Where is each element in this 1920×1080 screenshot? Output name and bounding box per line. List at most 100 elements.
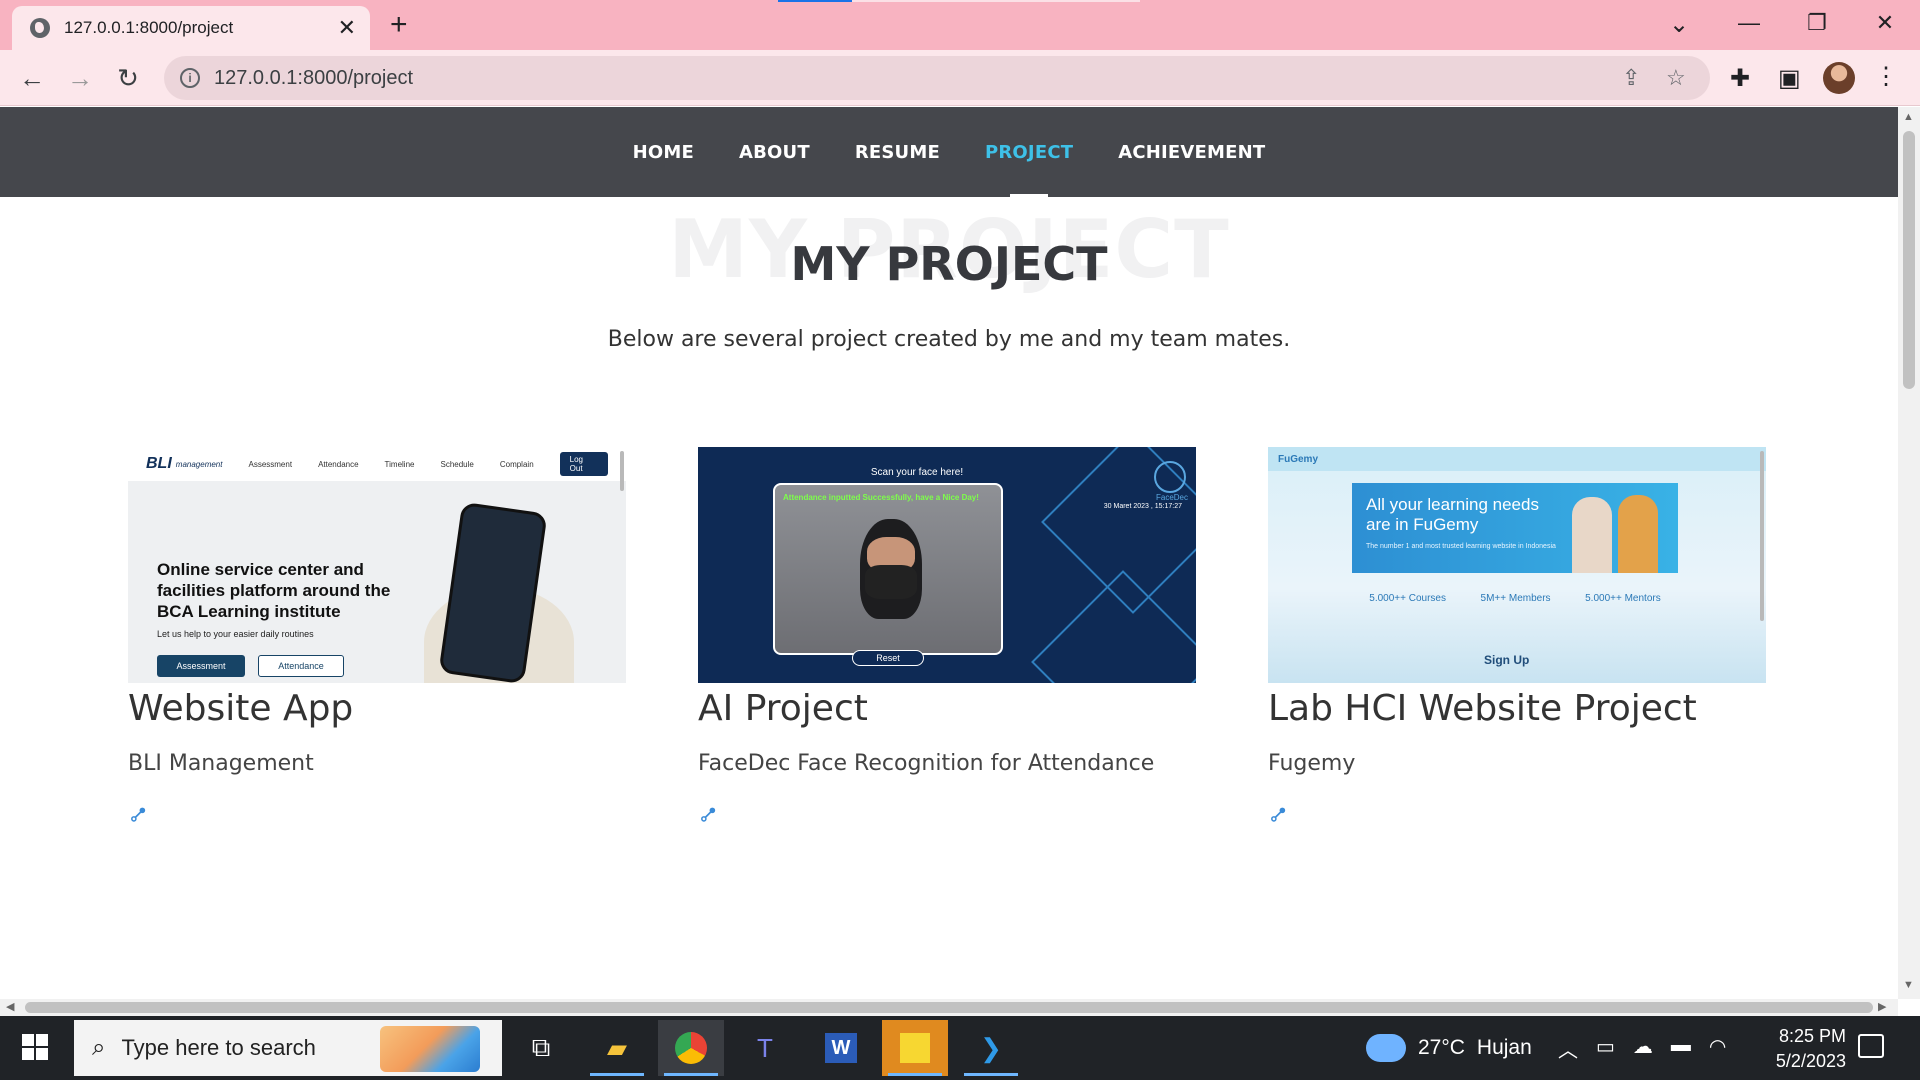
browser-toolbar: ← → ↻ i 127.0.0.1:8000/project ⇪ ☆ ✚ ▣ ⋮ [0, 50, 1920, 106]
meet-now-icon[interactable]: ▭ [1596, 1034, 1615, 1063]
notification-center-icon[interactable] [1858, 1034, 1884, 1058]
search-icon: ⌕ [92, 1034, 106, 1061]
person-illustration [1572, 497, 1612, 573]
thumb-stats: 5.000++ Courses 5M++ Members 5.000++ Men… [1352, 593, 1678, 604]
bli-logo: BLI [146, 455, 172, 472]
scroll-down-arrow-icon[interactable]: ▼ [1903, 979, 1914, 991]
horizontal-scrollbar[interactable]: ◀ ▶ [0, 999, 1898, 1016]
project-title: Website App [128, 688, 354, 729]
vscode-icon[interactable]: ❯ [958, 1020, 1024, 1076]
link-icon[interactable]: ⊶ [692, 799, 724, 831]
windows-taskbar: ⌕ Type here to search ⧉ ▰ T W ❯ 27°C Huj… [0, 1016, 1920, 1080]
thumb-nav-item: Attendance [318, 459, 359, 469]
search-highlight-illustration [380, 1026, 480, 1072]
thumb-assessment-button: Assessment [157, 655, 245, 677]
project-thumbnail-facedec[interactable]: Scan your face here! Attendance inputted… [698, 447, 1196, 683]
clock-date: 5/2/2023 [1775, 1051, 1846, 1071]
reload-icon[interactable]: ↻ [110, 60, 146, 96]
restore-button[interactable]: ❐ [1802, 10, 1832, 36]
rain-cloud-icon [1366, 1034, 1406, 1062]
show-hidden-icons-chevron-icon[interactable]: ︿ [1558, 1034, 1578, 1063]
profile-avatar[interactable] [1823, 62, 1855, 94]
task-view-icon[interactable]: ⧉ [508, 1020, 574, 1076]
scroll-right-arrow-icon[interactable]: ▶ [1878, 1000, 1886, 1013]
tab-search-icon[interactable]: ⌄ [1664, 10, 1694, 39]
nav-achievement[interactable]: ACHIEVEMENT [1118, 142, 1265, 163]
nav-about[interactable]: ABOUT [739, 142, 810, 163]
scroll-thumb[interactable] [1903, 131, 1915, 389]
taskbar-clock[interactable]: 8:25 PM 5/2/2023 [1740, 1024, 1846, 1074]
minimize-button[interactable]: — [1734, 10, 1764, 36]
banner-subtext: The number 1 and most trusted learning w… [1366, 543, 1556, 550]
tab-title: 127.0.0.1:8000/project [64, 18, 234, 37]
menu-kebab-icon[interactable]: ⋮ [1874, 62, 1898, 91]
taskbar-search[interactable]: ⌕ Type here to search [74, 1020, 502, 1076]
thumb-navbar: BLI management Assessment Attendance Tim… [128, 447, 626, 481]
extensions-puzzle-icon[interactable]: ✚ [1730, 64, 1750, 93]
system-tray: ︿ ▭ ☁ ▬ ◠ [1558, 1034, 1726, 1063]
forward-arrow-icon[interactable]: → [62, 60, 98, 96]
clock-time: 8:25 PM [1778, 1026, 1846, 1046]
stat-courses: 5.000++ Courses [1369, 593, 1446, 604]
thumb-date: 30 Maret 2023 , 15:17:27 [1103, 503, 1182, 510]
teams-icon[interactable]: T [732, 1020, 798, 1076]
thumb-signup: Sign Up [1484, 653, 1530, 667]
page-viewport: HOME ABOUT RESUME PROJECT ACHIEVEMENT MY… [0, 107, 1898, 999]
thumb-scrollbar [620, 451, 624, 491]
project-thumbnail-fugemy[interactable]: FuGemy All your learning needs are in Fu… [1268, 447, 1766, 683]
url-text: 127.0.0.1:8000/project [214, 66, 414, 89]
weather-temp: 27°C [1418, 1036, 1465, 1059]
attendance-status: Attendance inputted Successfully, have a… [783, 493, 979, 502]
stat-mentors: 5.000++ Mentors [1585, 593, 1661, 604]
share-icon[interactable]: ⇪ [1622, 65, 1640, 91]
thumb-nav-item: Timeline [384, 459, 415, 469]
address-bar[interactable]: i 127.0.0.1:8000/project ⇪ ☆ [164, 56, 1710, 100]
word-icon[interactable]: W [808, 1020, 874, 1076]
weather-widget[interactable]: 27°C Hujan [1366, 1034, 1532, 1062]
browser-tab[interactable]: 127.0.0.1:8000/project ✕ [12, 6, 370, 50]
battery-icon[interactable]: ▬ [1671, 1034, 1691, 1063]
thumb-reset-button: Reset [852, 650, 924, 666]
side-panel-icon[interactable]: ▣ [1778, 64, 1801, 93]
person-mask [865, 565, 917, 599]
sticky-notes-icon[interactable] [882, 1020, 948, 1076]
scroll-left-arrow-icon[interactable]: ◀ [6, 1000, 14, 1013]
nav-resume[interactable]: RESUME [855, 142, 940, 163]
vertical-scrollbar[interactable]: ▲ ▼ [1898, 107, 1920, 999]
bookmark-star-icon[interactable]: ☆ [1666, 65, 1686, 91]
project-card: Scan your face here! Attendance inputted… [694, 447, 1196, 830]
site-info-icon[interactable]: i [180, 68, 200, 88]
onedrive-cloud-icon[interactable]: ☁ [1633, 1034, 1653, 1063]
thumb-scrollbar [1760, 451, 1764, 621]
thumb-logout: Log Out [559, 452, 608, 476]
project-card: BLI management Assessment Attendance Tim… [124, 447, 626, 830]
page-subtitle: Below are several project created by me … [607, 327, 1291, 352]
project-description: Fugemy [1268, 751, 1356, 776]
search-placeholder: Type here to search [121, 1035, 316, 1060]
facedec-logo-icon [1154, 461, 1186, 493]
nav-project[interactable]: PROJECT [985, 142, 1073, 197]
nav-home[interactable]: HOME [633, 142, 694, 163]
wifi-icon[interactable]: ◠ [1709, 1034, 1726, 1063]
section-header: MY PROJECT MY PROJECT Below are several … [0, 197, 1898, 377]
windows-start-icon[interactable] [22, 1034, 48, 1060]
link-icon[interactable]: ⊶ [1262, 799, 1294, 831]
fugemy-logo: FuGemy [1278, 453, 1319, 465]
person-illustration [1618, 495, 1658, 573]
project-thumbnail-bli[interactable]: BLI management Assessment Attendance Tim… [128, 447, 626, 683]
scroll-up-arrow-icon[interactable]: ▲ [1903, 111, 1914, 123]
close-window-button[interactable]: ✕ [1870, 10, 1900, 36]
project-description: BLI Management [128, 751, 314, 776]
file-explorer-icon[interactable]: ▰ [584, 1020, 650, 1076]
camera-preview: Attendance inputted Successfully, have a… [773, 483, 1003, 655]
thumb-hero-text: Online service center and facilities pla… [157, 560, 391, 621]
project-description: FaceDec Face Recognition for Attendance [698, 751, 1155, 776]
back-arrow-icon[interactable]: ← [14, 60, 50, 96]
link-icon[interactable]: ⊶ [122, 799, 154, 831]
scroll-thumb[interactable] [25, 1002, 1873, 1013]
chrome-icon[interactable] [658, 1020, 724, 1076]
new-tab-button[interactable]: + [390, 8, 408, 42]
decorative-diamond [1031, 570, 1196, 683]
tab-close-icon[interactable]: ✕ [338, 17, 356, 39]
page-title: MY PROJECT [790, 237, 1108, 291]
